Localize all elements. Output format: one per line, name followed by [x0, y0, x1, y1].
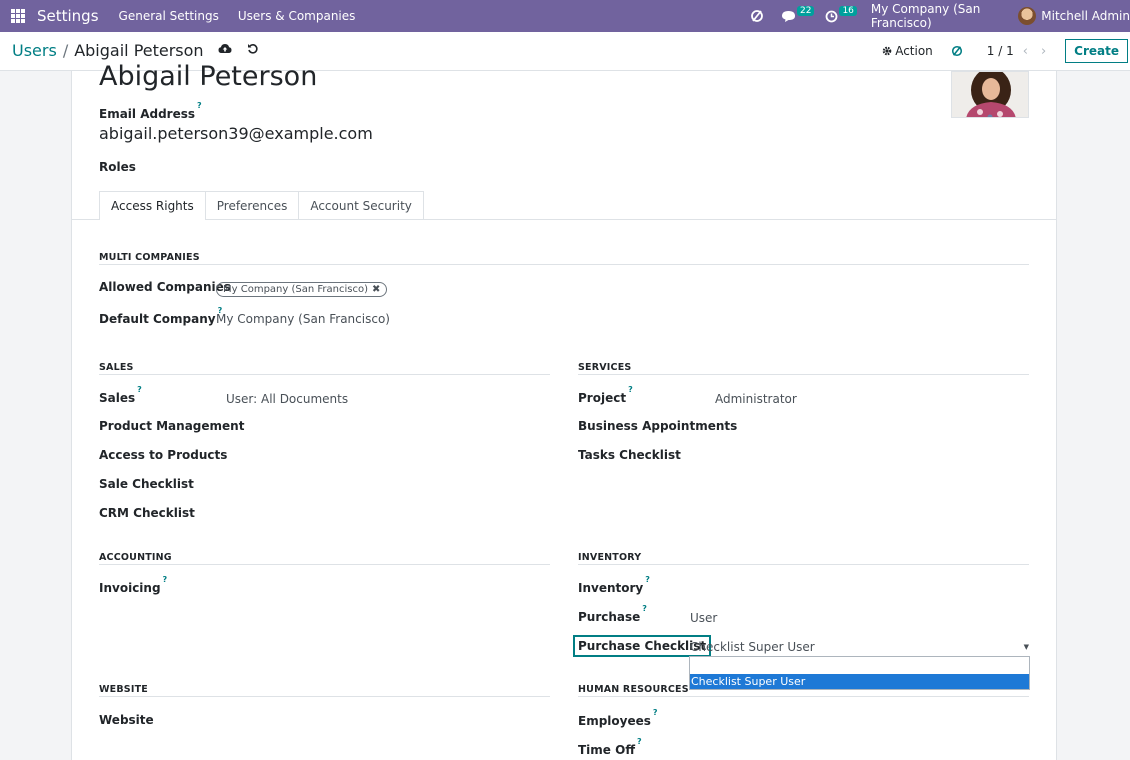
top-navbar: Settings General Settings Users & Compan… [0, 0, 1130, 32]
tab-preferences[interactable]: Preferences [204, 191, 300, 220]
pager-value[interactable]: 1 / 1 [987, 44, 1014, 58]
section-divider [578, 696, 1029, 697]
section-human-resources: HUMAN RESOURCES [578, 684, 689, 695]
gear-icon [882, 46, 892, 56]
remove-tag-icon[interactable]: ✖ [372, 284, 380, 295]
user-avatar-image[interactable] [951, 71, 1029, 118]
user-avatar [1018, 7, 1037, 25]
access-to-products-label: Access to Products [99, 448, 228, 462]
purchase-label: Purchase? [578, 604, 647, 624]
pager-previous-icon[interactable]: ‹ [1023, 44, 1028, 59]
section-accounting: ACCOUNTING [99, 552, 172, 563]
allowed-companies-field[interactable]: My Company (San Francisco) ✖ [216, 281, 388, 297]
breadcrumb-current: Abigail Peterson [74, 41, 204, 60]
debug-icon[interactable] [750, 9, 764, 23]
user-menu[interactable]: Mitchell Admin [1018, 7, 1130, 25]
form-sheet: Abigail Peterson Email Address? abigail.… [71, 61, 1057, 760]
crm-checklist-label: CRM Checklist [99, 506, 195, 520]
user-name-title[interactable]: Abigail Peterson [99, 61, 317, 93]
sale-checklist-label: Sale Checklist [99, 477, 194, 491]
chat-icon [782, 10, 795, 22]
cloud-upload-icon[interactable] [218, 43, 232, 58]
section-sales: SALES [99, 362, 134, 373]
app-name[interactable]: Settings [37, 7, 99, 25]
project-help-icon[interactable]: ? [628, 385, 633, 394]
invoicing-label: Invoicing? [99, 575, 168, 595]
pager-next-icon[interactable]: › [1041, 44, 1046, 59]
business-appointments-label: Business Appointments [578, 419, 738, 433]
product-management-label: Product Management [99, 419, 245, 433]
caret-down-icon: ▼ [1023, 642, 1029, 651]
menu-general-settings[interactable]: General Settings [119, 9, 219, 23]
invoicing-help-icon[interactable]: ? [163, 575, 168, 584]
default-company-field[interactable]: My Company (San Francisco) [216, 312, 390, 326]
action-menu-button[interactable]: Action [882, 44, 933, 58]
email-label: Email Address? [99, 101, 202, 121]
section-divider [99, 264, 1029, 265]
purchase-checklist-select[interactable]: Checklist Super User ▼ [689, 638, 1030, 655]
purchase-checklist-value: Checklist Super User [690, 639, 815, 654]
messages-badge: 22 [797, 6, 815, 16]
section-website: WEBSITE [99, 684, 148, 695]
time-off-label: Time Off? [578, 737, 642, 757]
breadcrumb-separator: / [62, 41, 69, 60]
default-company-label: Default Company? [99, 306, 223, 326]
breadcrumb-users-link[interactable]: Users [12, 41, 57, 60]
section-divider [99, 564, 550, 565]
navbar-systray: 22 16 My Company (San Francisco) Mitchel… [750, 0, 1130, 32]
time-off-help-icon[interactable]: ? [637, 737, 642, 746]
form-tabs: Access Rights Preferences Account Securi… [99, 191, 424, 221]
purchase-help-icon[interactable]: ? [642, 604, 647, 613]
sales-field[interactable]: User: All Documents [226, 392, 348, 406]
menu-users-companies[interactable]: Users & Companies [238, 9, 356, 23]
company-tag-label: My Company (San Francisco) [223, 284, 368, 295]
messages-button[interactable]: 22 [781, 6, 815, 23]
inventory-label: Inventory? [578, 575, 650, 595]
section-multi-companies: MULTI COMPANIES [99, 252, 200, 263]
inventory-help-icon[interactable]: ? [645, 575, 650, 584]
discard-icon[interactable] [247, 43, 259, 59]
tab-access-rights[interactable]: Access Rights [99, 191, 206, 221]
project-field[interactable]: Administrator [715, 392, 797, 406]
roles-label: Roles [99, 160, 136, 174]
control-panel-right: Action 1 / 1 ‹ › Create [882, 32, 1130, 70]
section-divider [99, 696, 550, 697]
employees-label: Employees? [578, 708, 658, 728]
activities-badge: 16 [839, 6, 857, 16]
project-label: Project? [578, 385, 633, 405]
sales-label: Sales? [99, 385, 142, 405]
section-inventory: INVENTORY [578, 552, 642, 563]
employees-help-icon[interactable]: ? [653, 708, 658, 717]
section-divider [99, 374, 550, 375]
purchase-checklist-dropdown: Checklist Super User [689, 656, 1030, 690]
apps-grid-icon [11, 9, 25, 23]
company-tag: My Company (San Francisco) ✖ [216, 282, 388, 297]
purchase-field[interactable]: User [690, 611, 717, 625]
dropdown-option-empty[interactable] [690, 657, 1029, 674]
section-services: SERVICES [578, 362, 632, 373]
sales-help-icon[interactable]: ? [137, 385, 142, 394]
tasks-checklist-label: Tasks Checklist [578, 448, 681, 462]
activities-button[interactable]: 16 [825, 6, 857, 23]
clock-icon [826, 10, 838, 22]
email-help-icon[interactable]: ? [197, 101, 202, 110]
section-divider [578, 374, 1029, 375]
create-button[interactable]: Create [1065, 39, 1128, 63]
record-debug-icon[interactable] [951, 45, 963, 57]
user-name: Mitchell Admin [1041, 9, 1130, 23]
app-menu-button[interactable] [6, 0, 30, 32]
action-label: Action [895, 44, 933, 58]
section-divider [578, 564, 1029, 565]
email-field[interactable]: abigail.peterson39@example.com [99, 124, 373, 143]
dropdown-option-checklist-super-user[interactable]: Checklist Super User [690, 674, 1029, 689]
breadcrumb: Users / Abigail Peterson [12, 41, 259, 60]
tabs-divider [72, 219, 1056, 220]
website-label: Website [99, 713, 154, 727]
allowed-companies-label: Allowed Companies [99, 280, 231, 294]
company-switcher[interactable]: My Company (San Francisco) [871, 2, 1002, 30]
tab-account-security[interactable]: Account Security [298, 191, 424, 220]
